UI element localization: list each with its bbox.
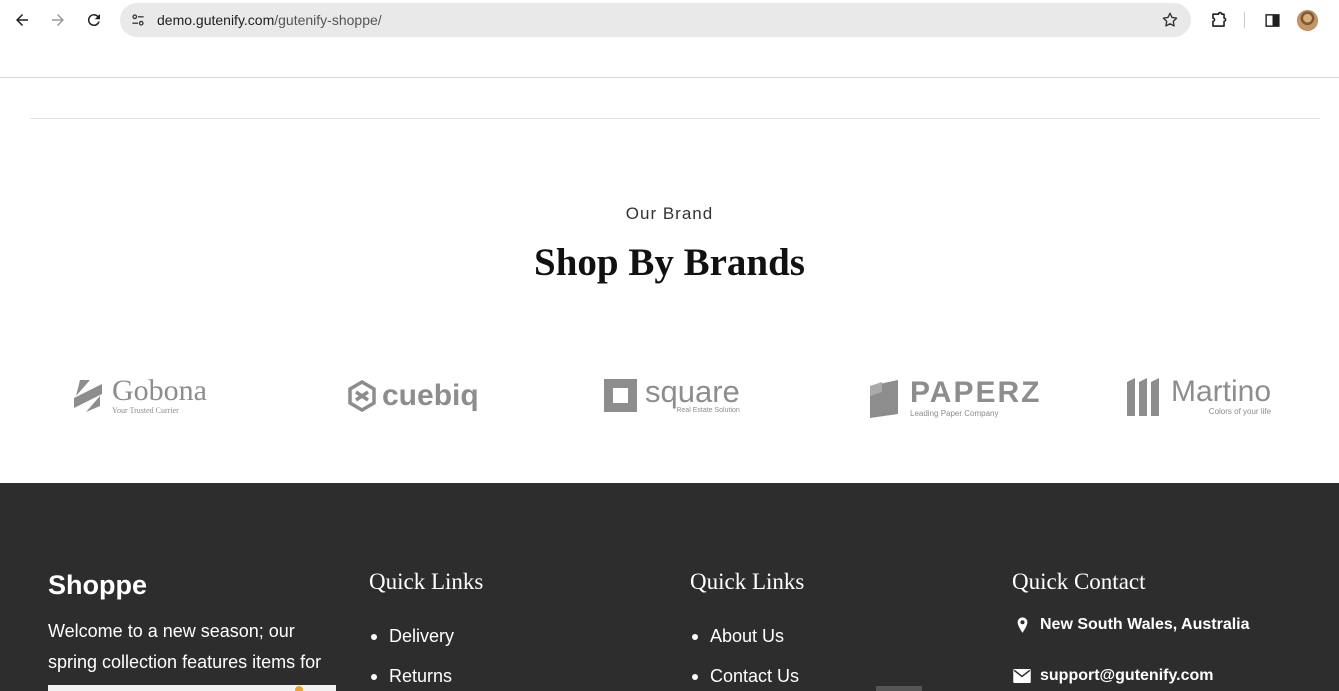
url-path: /gutenify-shoppe/ bbox=[274, 12, 382, 28]
brand-logo-cuebiq[interactable]: cuebiq bbox=[348, 380, 479, 412]
footer-heading-quick-links-2: Quick Links bbox=[690, 569, 805, 594]
profile-avatar[interactable] bbox=[1297, 10, 1318, 31]
footer-link-returns[interactable]: Returns bbox=[369, 656, 454, 691]
brand-name: Gobona bbox=[112, 374, 207, 407]
martino-mark-icon bbox=[1127, 377, 1159, 416]
toolbar-separator bbox=[1244, 12, 1245, 28]
brand-name: Martino bbox=[1171, 375, 1272, 408]
overlay-strip bbox=[48, 685, 336, 691]
brand-tagline: Your Trusted Currier bbox=[112, 406, 179, 415]
footer-description: Welcome to a new season; our spring coll… bbox=[48, 621, 322, 672]
footer-brand: Shoppe bbox=[48, 570, 147, 600]
section-title: Shop By Brands bbox=[534, 241, 805, 284]
brand-logo-paperz[interactable]: PAPERZ Leading Paper Company bbox=[868, 378, 1041, 418]
footer-link-about-us[interactable]: About Us bbox=[690, 616, 799, 656]
bookmark-star-icon[interactable] bbox=[1161, 11, 1179, 29]
brand-name: PAPERZ bbox=[910, 376, 1042, 409]
address-bar[interactable]: demo.gutenify.com/gutenify-shoppe/ bbox=[120, 3, 1191, 37]
footer-link-contact-us[interactable]: Contact Us bbox=[690, 656, 799, 691]
brand-logo-gobona[interactable]: Gobona Your Trusted Currier bbox=[72, 376, 207, 415]
gobona-mark-icon bbox=[74, 379, 102, 412]
site-info-icon[interactable] bbox=[128, 10, 148, 30]
brand-logo-martino[interactable]: Martino Colors of your life bbox=[1127, 377, 1271, 416]
contact-email-text: support@gutenify.com bbox=[1040, 667, 1214, 684]
section-divider bbox=[30, 118, 1320, 119]
overlay-accent bbox=[295, 686, 303, 691]
footer-heading-quick-links-1: Quick Links bbox=[369, 569, 484, 594]
forward-icon[interactable] bbox=[46, 8, 70, 32]
reload-icon[interactable] bbox=[82, 8, 106, 32]
url-host: demo.gutenify.com bbox=[157, 12, 275, 28]
brand-name: square bbox=[645, 374, 740, 409]
browser-toolbar: demo.gutenify.com/gutenify-shoppe/ bbox=[0, 0, 1339, 40]
square-mark-icon bbox=[604, 378, 637, 412]
back-icon[interactable] bbox=[10, 8, 34, 32]
contact-address: New South Wales, Australia bbox=[1012, 616, 1250, 634]
extensions-icon[interactable] bbox=[1208, 10, 1228, 30]
paperz-mark-icon bbox=[870, 380, 898, 418]
overlay-strip-grey bbox=[876, 686, 922, 691]
map-pin-icon bbox=[1012, 616, 1032, 634]
brand-logo-square[interactable]: square Real Estate Solution bbox=[604, 376, 740, 414]
footer-links-1: Delivery Returns bbox=[369, 616, 454, 691]
brand-tagline: Colors of your life bbox=[1208, 407, 1272, 416]
footer-link-delivery[interactable]: Delivery bbox=[369, 616, 454, 656]
contact-address-text: New South Wales, Australia bbox=[1040, 616, 1250, 633]
cuebiq-mark-icon bbox=[348, 380, 376, 412]
section-eyebrow: Our Brand bbox=[625, 204, 714, 223]
envelope-icon bbox=[1012, 669, 1032, 683]
brand-tagline: Leading Paper Company bbox=[910, 409, 999, 418]
brand-name: cuebiq bbox=[382, 379, 479, 412]
url-text: demo.gutenify.com/gutenify-shoppe/ bbox=[157, 12, 382, 28]
contact-email[interactable]: support@gutenify.com bbox=[1012, 667, 1214, 685]
side-panel-icon[interactable] bbox=[1262, 10, 1282, 30]
footer-links-2: About Us Contact Us bbox=[690, 616, 799, 691]
site-footer: Shoppe Welcome to a new season; our spri… bbox=[0, 483, 1339, 691]
chrome-divider bbox=[0, 77, 1339, 78]
footer-heading-quick-contact: Quick Contact bbox=[1012, 569, 1146, 594]
